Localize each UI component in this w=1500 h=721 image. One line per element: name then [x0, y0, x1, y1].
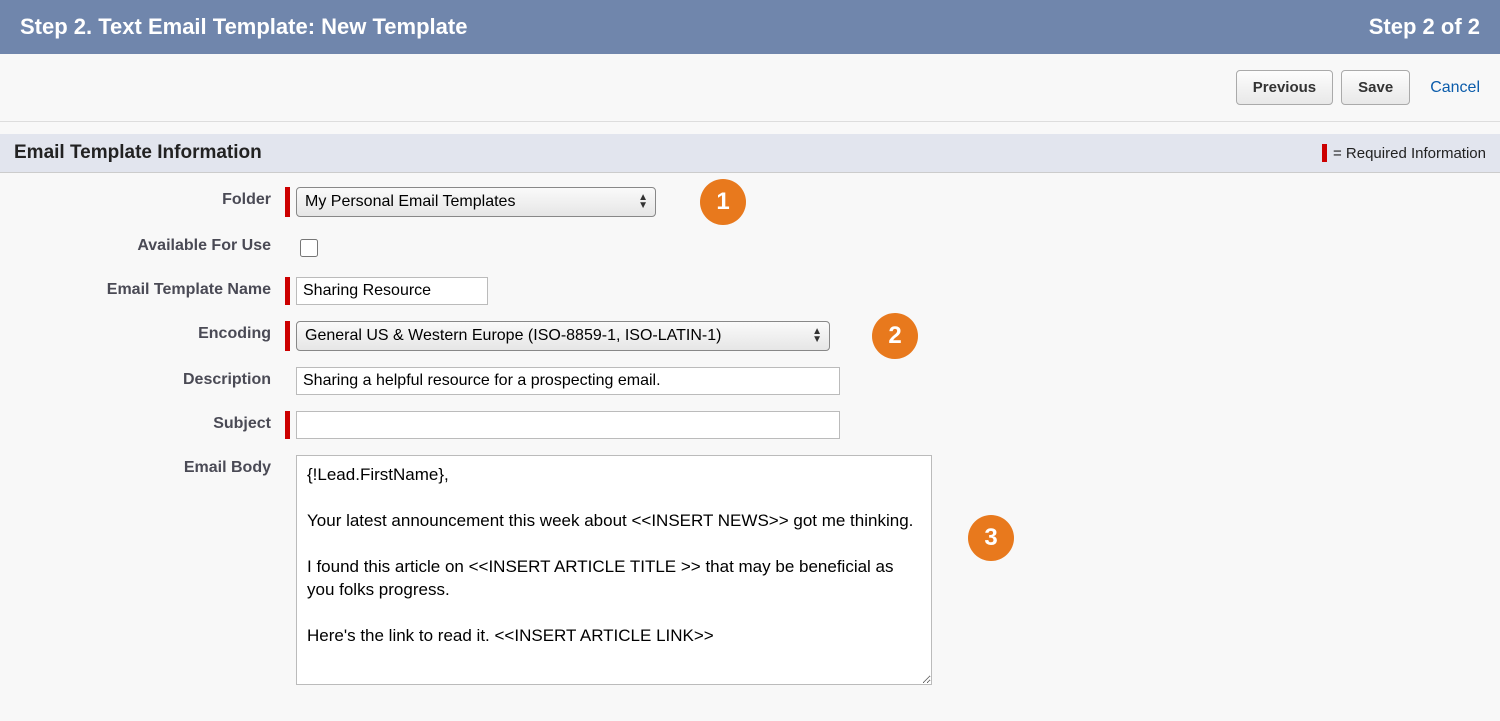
- label-folder: Folder: [10, 187, 285, 209]
- spacer: [285, 367, 290, 395]
- available-checkbox[interactable]: [300, 239, 318, 257]
- subject-input[interactable]: [296, 411, 840, 439]
- label-description: Description: [10, 367, 285, 389]
- label-encoding: Encoding: [10, 321, 285, 343]
- section-title: Email Template Information: [14, 142, 262, 164]
- step-header: Step 2. Text Email Template: New Templat…: [0, 0, 1500, 54]
- row-body: Email Body 3: [10, 455, 1490, 685]
- row-subject: Subject: [10, 411, 1490, 439]
- required-legend-text: = Required Information: [1333, 145, 1486, 162]
- section-header: Email Template Information = Required In…: [0, 134, 1500, 173]
- encoding-select[interactable]: General US & Western Europe (ISO-8859-1,…: [296, 321, 830, 351]
- description-input[interactable]: [296, 367, 840, 395]
- row-available: Available For Use: [10, 233, 1490, 261]
- row-name: Email Template Name: [10, 277, 1490, 305]
- required-bar-icon: [285, 321, 290, 351]
- cancel-link[interactable]: Cancel: [1430, 79, 1480, 97]
- step-title: Step 2. Text Email Template: New Templat…: [20, 14, 467, 40]
- action-toolbar: Previous Save Cancel: [0, 54, 1500, 122]
- required-legend: = Required Information: [1322, 144, 1486, 162]
- row-description: Description: [10, 367, 1490, 395]
- template-name-input[interactable]: [296, 277, 488, 305]
- row-encoding: Encoding General US & Western Europe (IS…: [10, 321, 1490, 351]
- required-bar-icon: [285, 187, 290, 217]
- email-body-textarea[interactable]: [296, 455, 932, 685]
- previous-button[interactable]: Previous: [1236, 70, 1333, 105]
- required-bar-icon: [285, 277, 290, 305]
- label-subject: Subject: [10, 411, 285, 433]
- required-bar-icon: [1322, 144, 1327, 162]
- row-folder: Folder My Personal Email Templates ▲▼ 1: [10, 187, 1490, 217]
- form-area: Folder My Personal Email Templates ▲▼ 1 …: [0, 173, 1500, 721]
- spacer: [285, 233, 290, 261]
- required-bar-icon: [285, 411, 290, 439]
- step-indicator: Step 2 of 2: [1369, 14, 1480, 40]
- save-button[interactable]: Save: [1341, 70, 1410, 105]
- callout-1: 1: [700, 179, 746, 225]
- callout-2: 2: [872, 313, 918, 359]
- callout-3: 3: [968, 515, 1014, 561]
- folder-select[interactable]: My Personal Email Templates: [296, 187, 656, 217]
- label-available: Available For Use: [10, 233, 285, 255]
- spacer: [285, 455, 290, 685]
- label-name: Email Template Name: [10, 277, 285, 299]
- label-body: Email Body: [10, 455, 285, 477]
